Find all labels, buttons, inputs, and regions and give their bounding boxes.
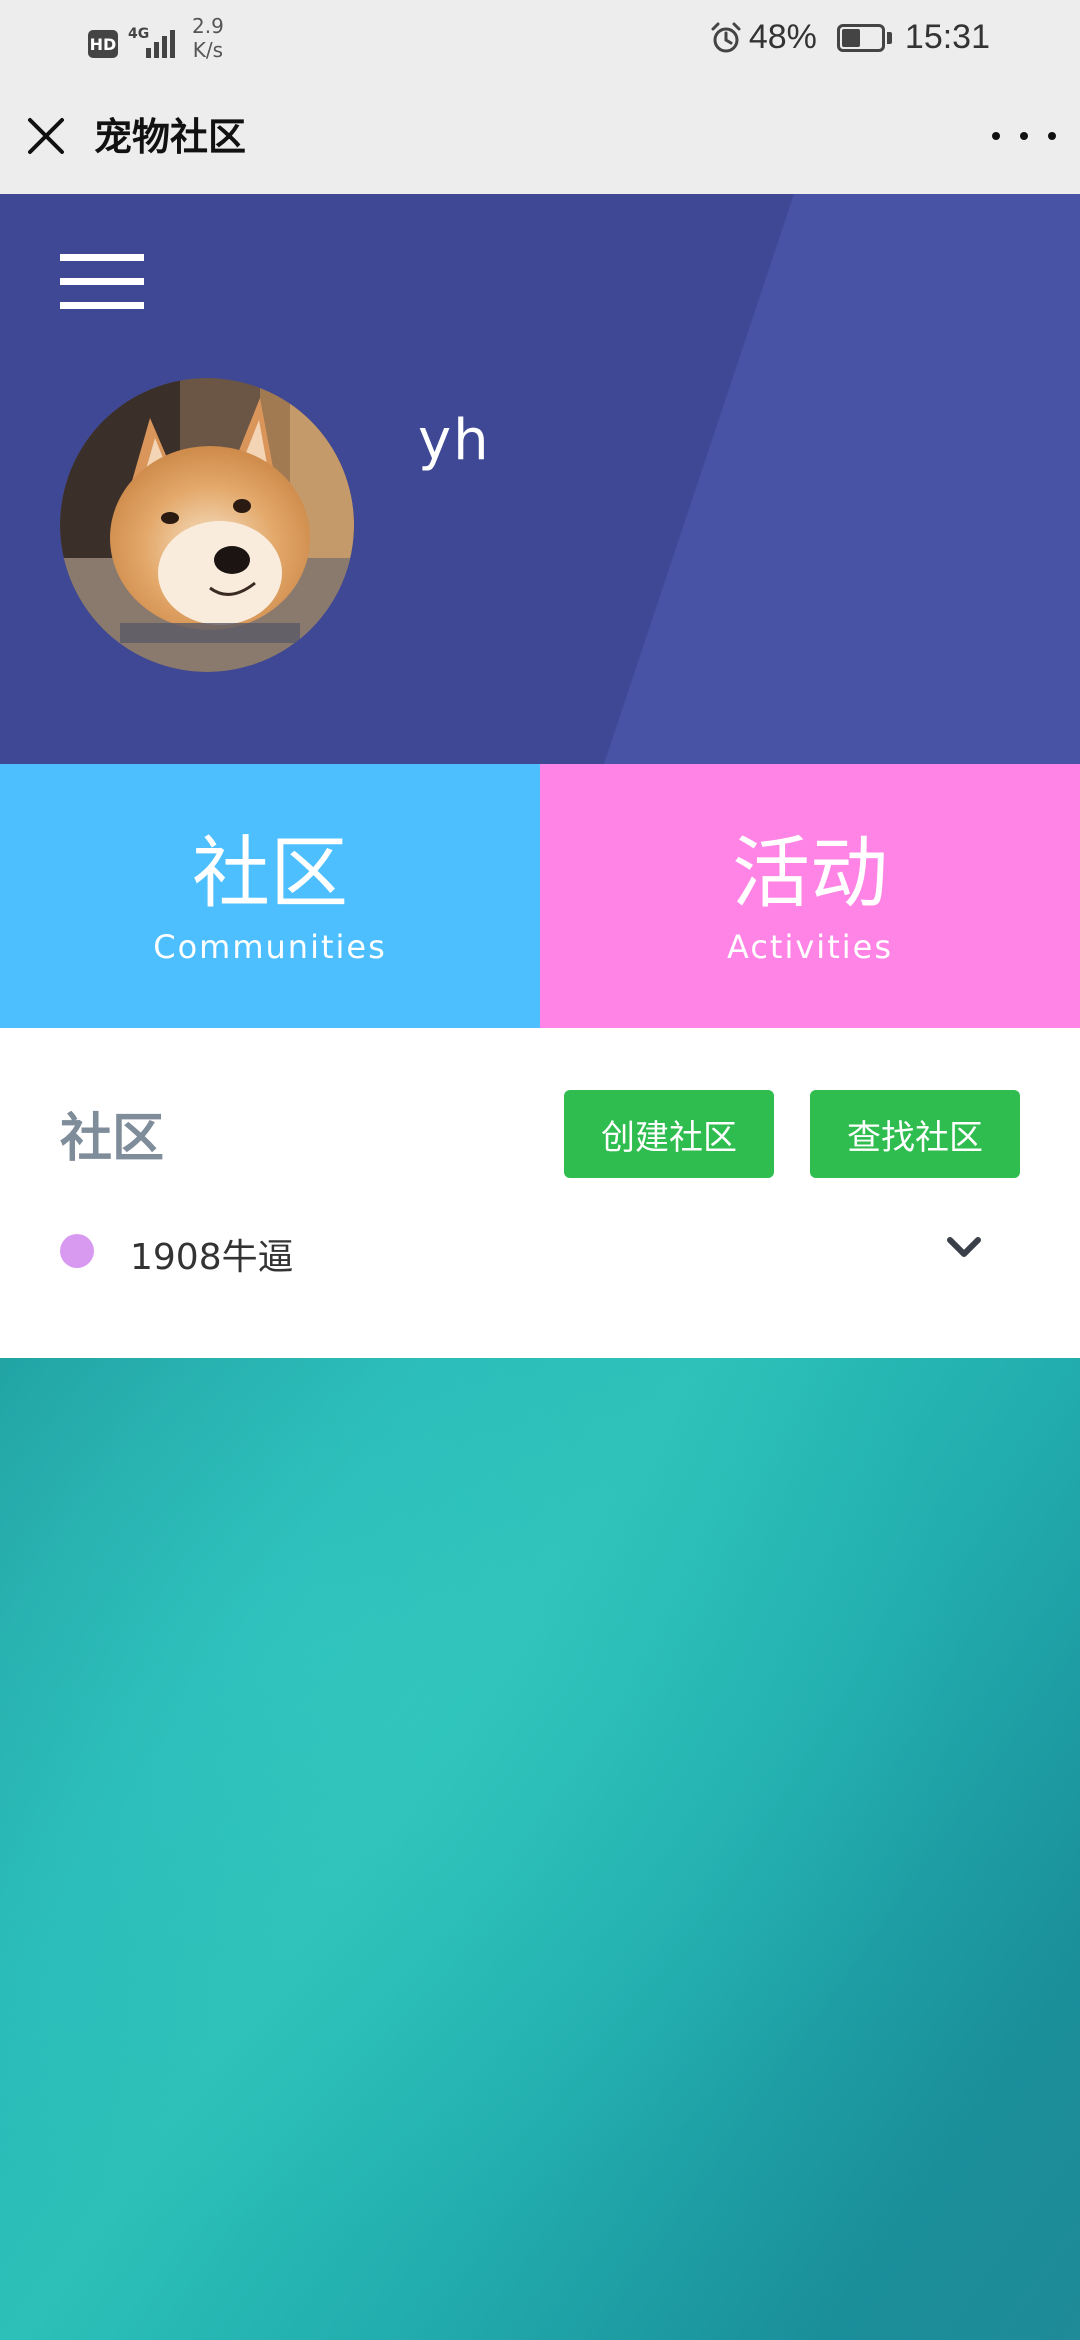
hd-badge: HD [88,30,118,58]
status-bar-left: HD 4G 2.9 K/s [88,14,224,62]
communities-tile-title: 社区 [191,829,348,919]
avatar[interactable] [60,378,354,672]
hamburger-menu-icon[interactable] [60,254,144,310]
category-tiles: 社区 Communities 活动 Activities [0,764,1080,1028]
more-icon[interactable] [992,114,1056,158]
username: yh [418,408,491,473]
battery-fill [841,28,860,47]
title-bar: 宠物社区 [0,80,1080,194]
network-speed-unit: K/s [192,38,224,62]
community-section: 社区 创建社区 查找社区 1908牛逼 [0,1028,1080,1358]
teal-background-highlight [0,1358,1080,2340]
status-bar: HD 4G 2.9 K/s 48% 15:31 [0,0,1080,80]
community-list-item[interactable]: 1908牛逼 [60,1216,1020,1286]
find-community-button[interactable]: 查找社区 [810,1090,1020,1178]
profile-header: yh [0,194,1080,764]
close-icon[interactable] [22,112,72,162]
teal-background [0,1358,1080,2340]
alarm-icon [711,22,741,52]
clock-time: 15:31 [904,18,990,56]
battery-icon [836,23,893,52]
signal-icon: 4G [128,26,182,60]
page-title: 宠物社区 [94,115,247,159]
activities-tile-title: 活动 [731,829,888,919]
activities-tile-subtitle: Activities [727,928,893,966]
communities-tile[interactable]: 社区 Communities [0,764,540,1028]
chevron-down-icon[interactable] [944,1232,984,1262]
community-name: 1908牛逼 [130,1237,294,1278]
communities-tile-subtitle: Communities [153,928,387,966]
network-speed: 2.9 K/s [192,14,224,62]
activities-tile[interactable]: 活动 Activities [540,764,1080,1028]
section-title: 社区 [60,1109,165,1169]
community-dot [60,1234,94,1268]
network-speed-value: 2.9 [192,14,224,38]
status-bar-right: 48% 15:31 [709,18,990,57]
battery-percent: 48% [748,18,817,56]
create-community-button[interactable]: 创建社区 [564,1090,774,1178]
